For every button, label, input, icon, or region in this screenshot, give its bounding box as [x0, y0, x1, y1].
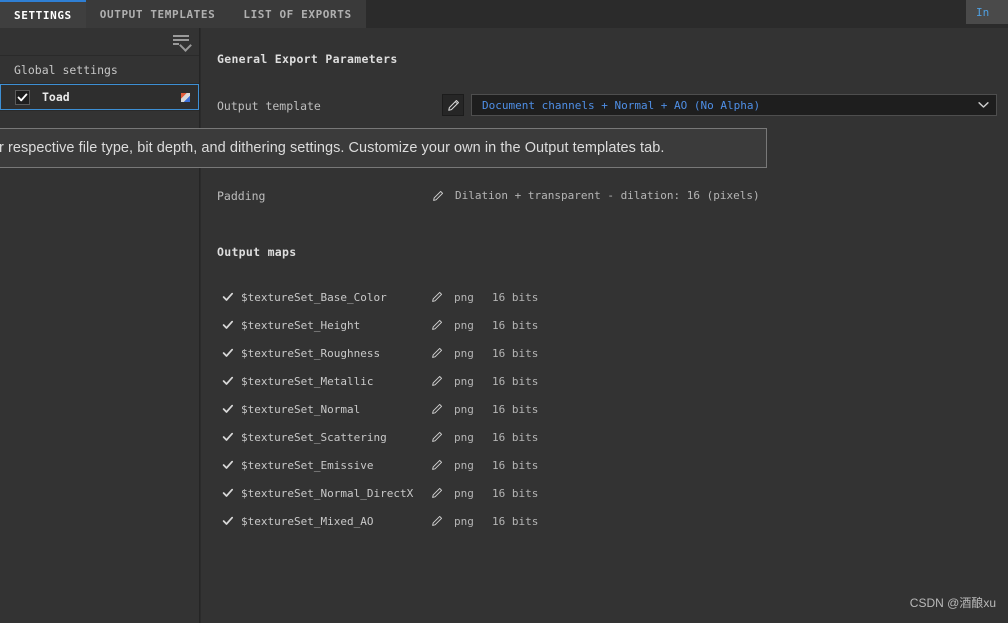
output-maps-title: Output maps [217, 245, 297, 259]
tab-bar: SETTINGS OUTPUT TEMPLATES LIST OF EXPORT… [0, 0, 1008, 28]
output-map-checkbox[interactable] [221, 347, 234, 360]
output-map-row[interactable]: $textureSet_Base_Color png 16 bits [217, 283, 997, 311]
output-maps-list: $textureSet_Base_Color png 16 bits $text… [217, 283, 997, 535]
output-map-name: $textureSet_Normal [241, 402, 361, 416]
output-map-name: $textureSet_Emissive [241, 458, 374, 472]
padding-value[interactable]: Dilation + transparent - dilation: 16 (p… [455, 189, 760, 202]
output-map-row[interactable]: $textureSet_Scattering png 16 bits [217, 423, 997, 451]
output-map-checkbox[interactable] [221, 375, 234, 388]
output-map-depth: 16 bits [492, 290, 539, 304]
sidebar: Global settings Toad [0, 28, 200, 623]
output-template-row: Output template Document channels + Norm… [217, 94, 1007, 118]
output-map-name: $textureSet_Roughness [241, 346, 381, 360]
output-map-format: png [454, 318, 474, 332]
output-map-row[interactable]: $textureSet_Roughness png 16 bits [217, 339, 997, 367]
output-map-checkbox[interactable] [221, 459, 234, 472]
padding-row: Padding Dilation + transparent - dilatio… [217, 187, 1007, 207]
padding-label: Padding [217, 189, 266, 203]
tab-settings[interactable]: SETTINGS [0, 0, 86, 28]
output-map-name: $textureSet_Metallic [241, 374, 374, 388]
output-map-row[interactable]: $textureSet_Mixed_AO png 16 bits [217, 507, 997, 535]
settings-panel: General Export Parameters Output templat… [201, 28, 1008, 623]
pencil-icon[interactable] [442, 94, 464, 116]
texture-set-label: Toad [42, 90, 70, 104]
output-map-name: $textureSet_Mixed_AO [241, 514, 374, 528]
tab-output-templates-label: OUTPUT TEMPLATES [99, 7, 216, 21]
output-map-format: png [454, 486, 474, 500]
output-map-row[interactable]: $textureSet_Normal_DirectX png 16 bits [217, 479, 997, 507]
pencil-icon[interactable] [431, 189, 445, 203]
pencil-icon[interactable] [430, 346, 444, 360]
output-map-checkbox[interactable] [221, 319, 234, 332]
tooltip: r respective file type, bit depth, and d… [0, 128, 767, 168]
pencil-icon[interactable] [430, 486, 444, 500]
output-map-depth: 16 bits [492, 346, 539, 360]
output-map-format: png [454, 514, 474, 528]
output-template-value: Document channels + Normal + AO (No Alph… [482, 98, 761, 112]
tab-output-templates[interactable]: OUTPUT TEMPLATES [85, 0, 230, 28]
output-map-format: png [454, 458, 474, 472]
workspace: Global settings Toad General Export Para… [0, 28, 1008, 623]
background-window-label: In [976, 5, 990, 19]
output-map-name: $textureSet_Height [241, 318, 361, 332]
output-map-row[interactable]: $textureSet_Emissive png 16 bits [217, 451, 997, 479]
output-map-depth: 16 bits [492, 486, 539, 500]
output-map-name: $textureSet_Base_Color [241, 290, 387, 304]
watermark: CSDN @酒酿xu [909, 596, 996, 610]
output-map-row[interactable]: $textureSet_Normal png 16 bits [217, 395, 997, 423]
filter-list-icon[interactable] [171, 33, 192, 52]
sidebar-group-global-settings[interactable]: Global settings [0, 56, 199, 84]
pencil-icon[interactable] [430, 318, 444, 332]
texture-thumbnail-icon [181, 92, 190, 102]
background-window-panel[interactable]: In [966, 0, 1008, 24]
sidebar-empty-area [0, 110, 199, 121]
pencil-icon[interactable] [430, 458, 444, 472]
output-map-checkbox[interactable] [221, 291, 234, 304]
output-map-format: png [454, 346, 474, 360]
output-map-format: png [454, 374, 474, 388]
sidebar-toolbar [0, 28, 199, 56]
pencil-icon[interactable] [430, 514, 444, 528]
texture-set-checkbox[interactable] [15, 89, 30, 105]
output-map-depth: 16 bits [492, 318, 539, 332]
output-map-name: $textureSet_Normal_DirectX [241, 486, 414, 500]
tab-settings-label: SETTINGS [14, 8, 72, 22]
tab-bar-filler [365, 0, 1008, 28]
output-map-checkbox[interactable] [221, 515, 234, 528]
pencil-icon[interactable] [430, 430, 444, 444]
pencil-icon[interactable] [430, 402, 444, 416]
chevron-down-icon[interactable] [970, 101, 996, 109]
pencil-icon[interactable] [430, 374, 444, 388]
pencil-icon[interactable] [430, 290, 444, 304]
output-map-row[interactable]: $textureSet_Metallic png 16 bits [217, 367, 997, 395]
output-map-depth: 16 bits [492, 402, 539, 416]
tab-list-of-exports[interactable]: LIST OF EXPORTS [229, 0, 366, 28]
output-map-format: png [454, 290, 474, 304]
output-map-depth: 16 bits [492, 458, 539, 472]
general-export-parameters-title: General Export Parameters [217, 52, 398, 66]
output-map-checkbox[interactable] [221, 487, 234, 500]
sidebar-item-texture-set[interactable]: Toad [0, 84, 199, 110]
output-map-depth: 16 bits [492, 430, 539, 444]
output-map-format: png [454, 402, 474, 416]
output-map-depth: 16 bits [492, 514, 539, 528]
output-map-row[interactable]: $textureSet_Height png 16 bits [217, 311, 997, 339]
tooltip-text: r respective file type, bit depth, and d… [0, 140, 665, 156]
output-map-name: $textureSet_Scattering [241, 430, 387, 444]
output-map-checkbox[interactable] [221, 403, 234, 416]
sidebar-group-label: Global settings [14, 62, 118, 77]
output-map-format: png [454, 430, 474, 444]
output-map-checkbox[interactable] [221, 431, 234, 444]
output-template-dropdown[interactable]: Document channels + Normal + AO (No Alph… [471, 94, 997, 116]
tab-list-of-exports-label: LIST OF EXPORTS [243, 7, 352, 21]
output-template-label: Output template [217, 99, 321, 113]
output-map-depth: 16 bits [492, 374, 539, 388]
